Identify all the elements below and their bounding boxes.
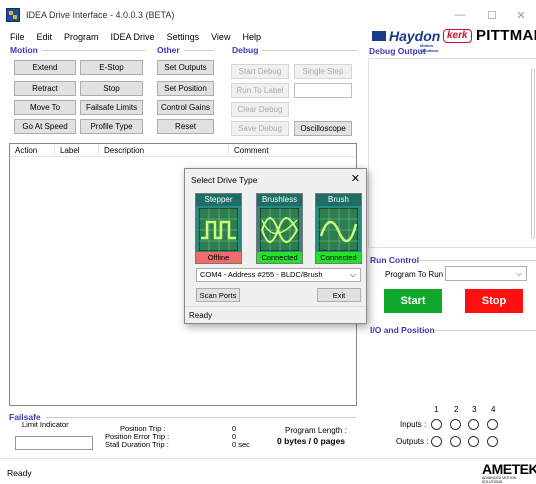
input-1-indicator	[431, 419, 442, 430]
control-gains-button[interactable]: Control Gains	[157, 100, 214, 115]
output-3-toggle[interactable]	[468, 436, 479, 447]
reset-button[interactable]: Reset	[157, 119, 214, 134]
run-control-title: Run Control	[370, 255, 420, 265]
ametek-logo: AMETEK	[482, 461, 536, 477]
io-position-title: I/O and Position	[370, 325, 435, 335]
inputs-label: Inputs :	[400, 420, 427, 429]
program-length-value: 0 bytes / 0 pages	[277, 436, 346, 446]
failsafe-limits-button[interactable]: Failsafe Limits	[80, 100, 143, 115]
stepper-drive-card[interactable]: Stepper Offline	[195, 193, 242, 264]
kerk-logo: kerk	[443, 29, 472, 43]
debug-output-box[interactable]	[368, 58, 536, 248]
scan-ports-button[interactable]: Scan Ports	[196, 288, 240, 302]
other-group-title: Other	[157, 45, 180, 55]
menu-view[interactable]: View	[205, 30, 236, 44]
select-drive-type-dialog: Select Drive Type ✕ Stepper Offline Brus…	[184, 168, 367, 324]
menu-program[interactable]: Program	[58, 30, 105, 44]
profile-type-button[interactable]: Profile Type	[80, 119, 143, 134]
start-debug-button[interactable]: Start Debug	[231, 64, 289, 79]
maximize-button[interactable]: ☐	[476, 0, 508, 30]
table-header: Action Label Description Comment	[10, 144, 356, 157]
brush-wave-icon	[319, 208, 358, 251]
stall-duration-trip-label: Stall Duration Trip :	[105, 440, 169, 449]
io-col-2: 2	[454, 405, 459, 414]
haydon-logo: Haydon Motion Solutions	[372, 28, 440, 53]
minimize-button[interactable]: —	[444, 0, 476, 30]
brush-status: Connected	[316, 252, 361, 263]
single-step-button[interactable]: Single Step	[294, 64, 352, 79]
status-text: Ready	[7, 468, 32, 478]
brush-label: Brush	[316, 194, 361, 206]
chevron-down-icon: ⌵	[349, 270, 356, 279]
debug-scrollbar[interactable]	[531, 69, 535, 239]
go-at-speed-button[interactable]: Go At Speed	[14, 119, 76, 134]
oscilloscope-button[interactable]: Oscilloscope	[294, 121, 352, 136]
dialog-close-button[interactable]: ✕	[351, 172, 360, 185]
set-position-button[interactable]: Set Position	[157, 81, 214, 96]
port-select[interactable]: COM4 - Address #255 - BLDC/Brush ⌵	[196, 268, 361, 282]
dialog-status: Ready	[189, 311, 213, 320]
output-4-toggle[interactable]	[487, 436, 498, 447]
start-button[interactable]: Start	[384, 289, 442, 313]
motion-group-title: Motion	[10, 45, 38, 55]
ametek-tagline: ADVANCED MOTION SOLUTIONS	[482, 476, 517, 484]
save-debug-button[interactable]: Save Debug	[231, 121, 289, 136]
stepper-wave-icon	[199, 208, 238, 251]
col-description[interactable]: Description	[99, 144, 229, 157]
close-button[interactable]: ✕	[505, 0, 536, 30]
estop-button[interactable]: E-Stop	[80, 60, 143, 75]
brushless-wave-icon	[260, 208, 299, 251]
limit-indicator-box	[15, 436, 93, 450]
run-to-label-input[interactable]	[294, 83, 352, 98]
menu-idea-drive[interactable]: IDEA Drive	[105, 30, 161, 44]
io-col-1: 1	[434, 405, 439, 414]
outputs-label: Outputs :	[396, 437, 429, 446]
limit-indicator-label: Limit Indicator	[22, 420, 69, 429]
window-title: IDEA Drive Interface - 4.0.0.3 (BETA)	[26, 10, 175, 20]
menu-help[interactable]: Help	[236, 30, 267, 44]
output-1-toggle[interactable]	[431, 436, 442, 447]
debug-group-title: Debug	[232, 45, 259, 55]
menu-edit[interactable]: Edit	[31, 30, 59, 44]
program-to-run-select[interactable]: ⌵	[445, 266, 527, 281]
output-2-toggle[interactable]	[450, 436, 461, 447]
stop-motion-button[interactable]: Stop	[80, 81, 143, 96]
stop-button[interactable]: Stop	[465, 289, 523, 313]
col-action[interactable]: Action	[10, 144, 55, 157]
set-outputs-button[interactable]: Set Outputs	[157, 60, 214, 75]
brushless-drive-card[interactable]: Brushless Connected	[256, 193, 303, 264]
brushless-label: Brushless	[257, 194, 302, 206]
status-bar: Ready	[0, 458, 536, 484]
menu-settings[interactable]: Settings	[161, 30, 206, 44]
app-icon	[6, 8, 20, 22]
input-2-indicator	[450, 419, 461, 430]
run-to-label-button[interactable]: Run To Label	[231, 83, 289, 98]
col-comment[interactable]: Comment	[229, 144, 356, 157]
pittman-logo: PITTMAN	[476, 27, 536, 44]
io-col-4: 4	[491, 405, 496, 414]
brush-drive-card[interactable]: Brush Connected	[315, 193, 362, 264]
menu-bar: File Edit Program IDEA Drive Settings Vi…	[0, 30, 267, 44]
chevron-down-icon: ⌵	[515, 269, 522, 278]
col-label[interactable]: Label	[55, 144, 99, 157]
input-3-indicator	[468, 419, 479, 430]
extend-button[interactable]: Extend	[14, 60, 76, 75]
clear-debug-button[interactable]: Clear Debug	[231, 102, 289, 117]
debug-output-title: Debug Output	[369, 46, 426, 56]
stepper-label: Stepper	[196, 194, 241, 206]
dialog-title: Select Drive Type	[191, 175, 258, 185]
stall-duration-trip-value: 0 sec	[232, 440, 250, 449]
exit-button[interactable]: Exit	[317, 288, 361, 302]
brushless-status: Connected	[257, 252, 302, 263]
input-4-indicator	[487, 419, 498, 430]
io-col-3: 3	[472, 405, 477, 414]
move-to-button[interactable]: Move To	[14, 100, 76, 115]
program-to-run-label: Program To Run :	[385, 270, 448, 279]
stepper-status: Offline	[196, 252, 241, 263]
retract-button[interactable]: Retract	[14, 81, 76, 96]
program-length-label: Program Length :	[285, 426, 347, 435]
menu-file[interactable]: File	[0, 30, 31, 44]
